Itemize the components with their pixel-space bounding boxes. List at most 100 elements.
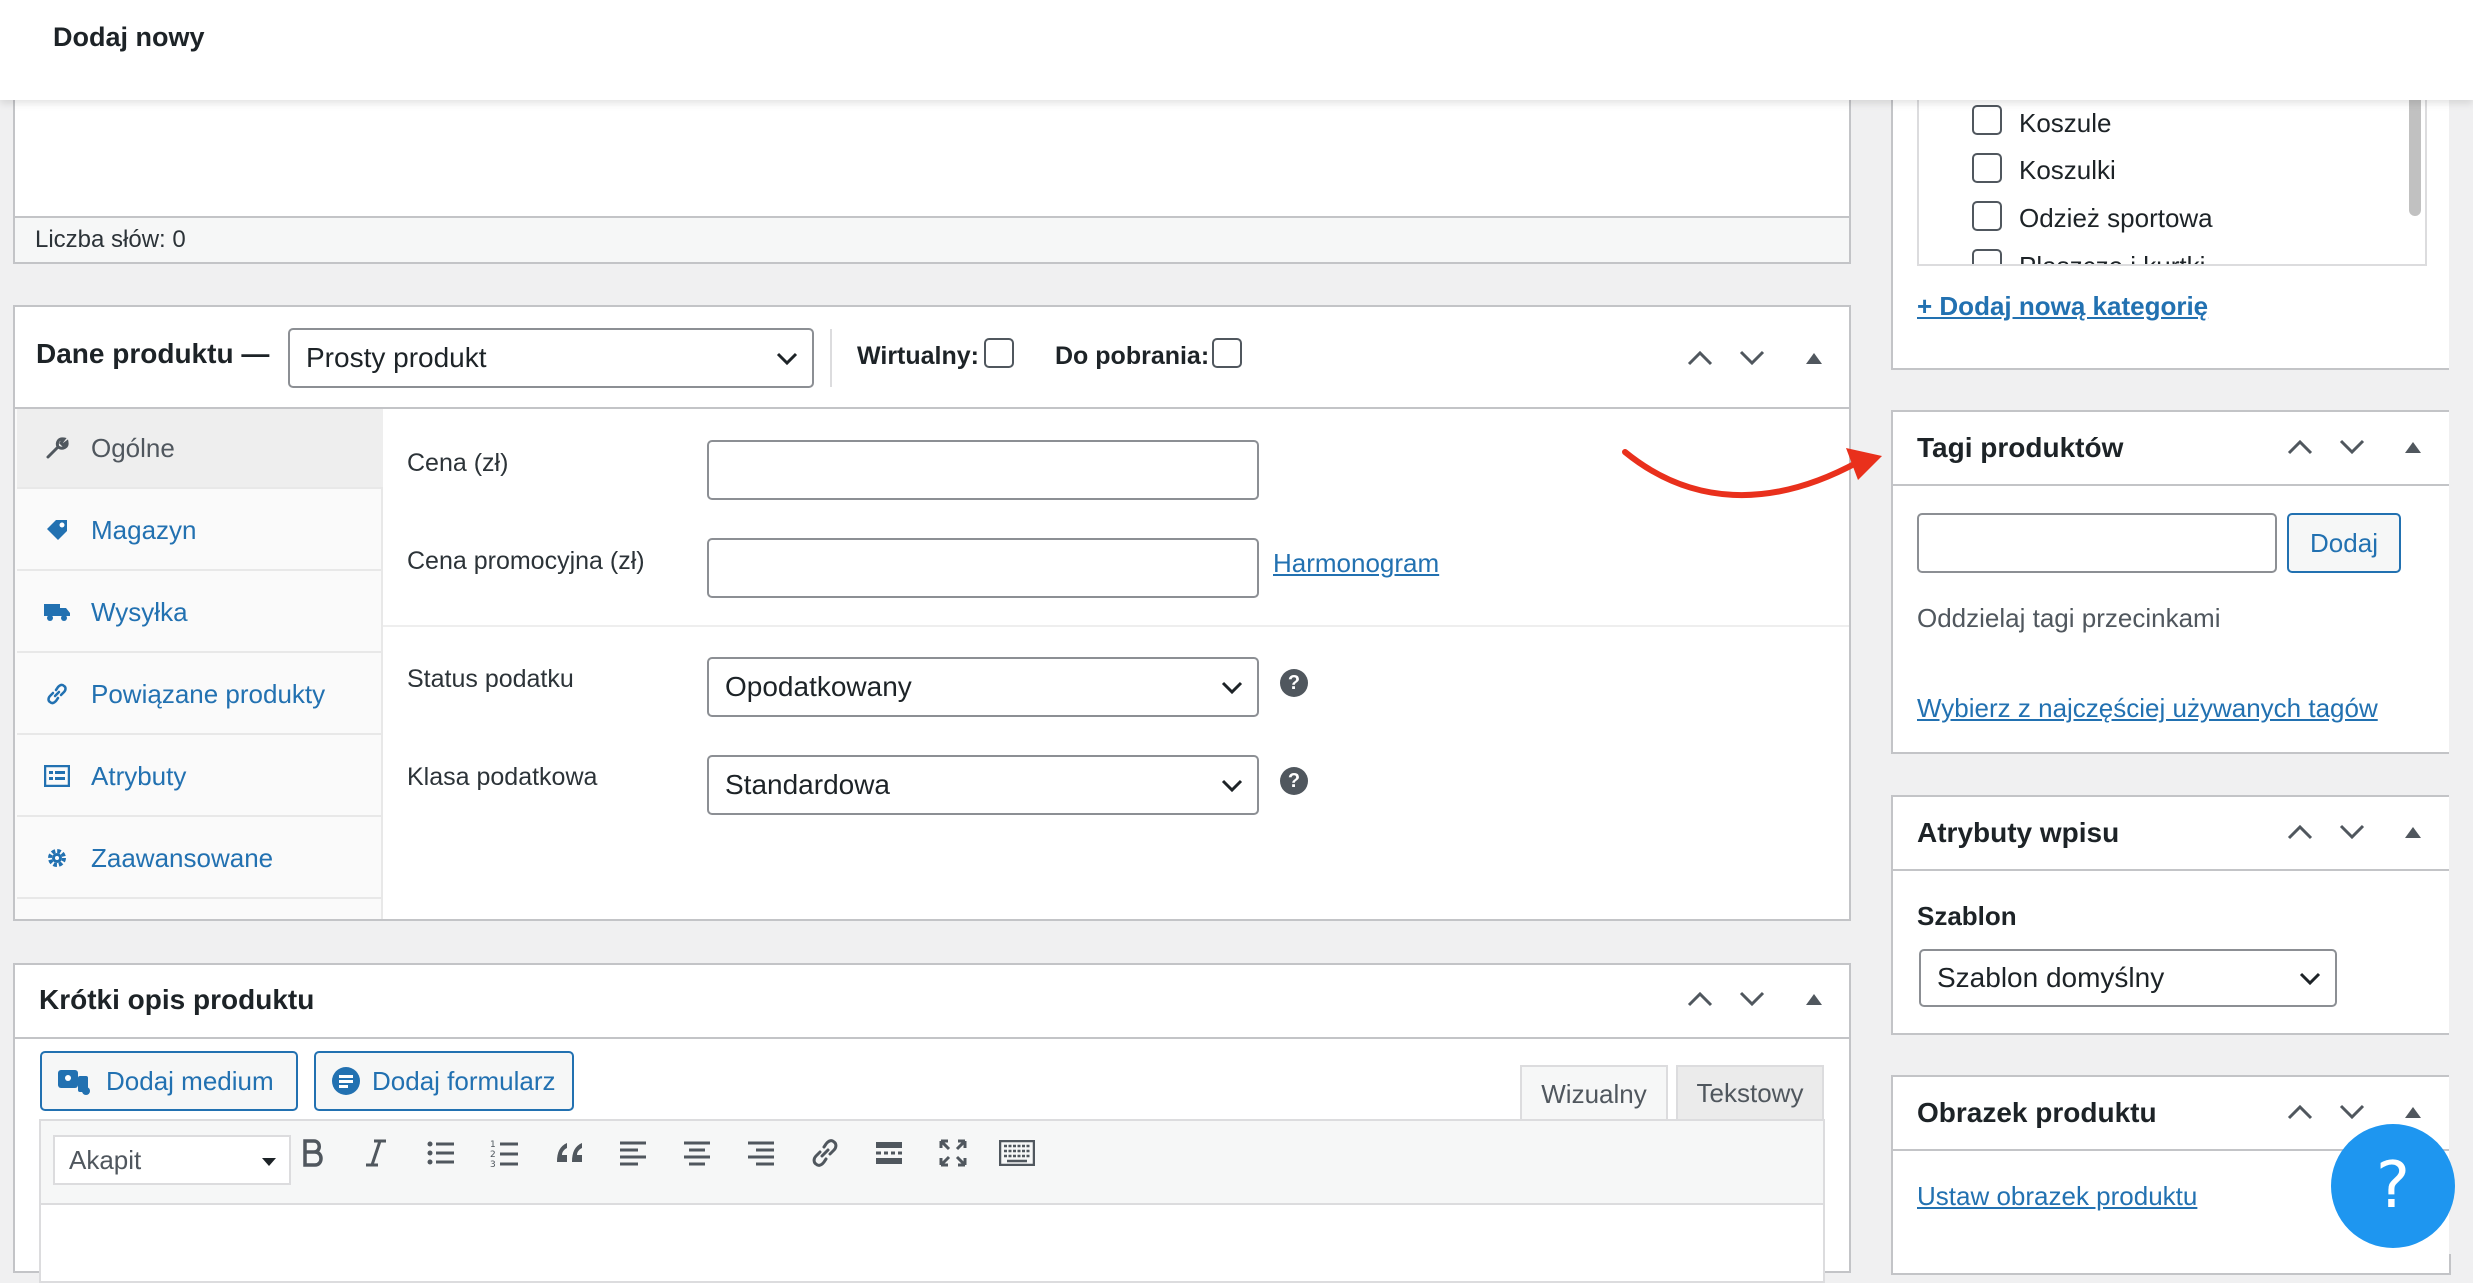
move-down-button[interactable] xyxy=(1735,341,1769,375)
move-down-button[interactable] xyxy=(2335,430,2369,464)
chevron-up-icon xyxy=(1687,991,1713,1007)
category-label: Płaszcze i kurtki xyxy=(2019,251,2206,266)
category-list[interactable]: Koszule Koszulki Odzież sportowa Płaszcz… xyxy=(1917,80,2427,266)
category-label: Koszule xyxy=(2019,108,2112,138)
tags-hint: Oddzielaj tagi przecinkami xyxy=(1917,603,2221,633)
align-left-button[interactable] xyxy=(613,1133,653,1173)
read-more-button[interactable] xyxy=(869,1133,909,1173)
page-scrollbar[interactable] xyxy=(2449,100,2473,1254)
price-label: Cena (zł) xyxy=(407,449,509,477)
template-select[interactable]: Szablon domyślny xyxy=(1919,949,2337,1007)
format-select[interactable]: Akapit xyxy=(53,1135,291,1185)
svg-text:2: 2 xyxy=(490,1150,496,1160)
help-tip-icon[interactable]: ? xyxy=(1280,767,1308,795)
toggle-panel-button[interactable] xyxy=(1797,341,1831,375)
sale-price-input[interactable] xyxy=(707,538,1259,598)
move-up-button[interactable] xyxy=(1683,982,1717,1016)
download-label: Do pobrania: xyxy=(1055,342,1210,370)
tax-class-label: Klasa podatkowa xyxy=(407,763,598,791)
tab-advanced-label: Zaawansowane xyxy=(91,842,274,873)
truck-icon xyxy=(37,592,77,632)
italic-button[interactable] xyxy=(356,1133,396,1173)
move-up-button[interactable] xyxy=(2283,1095,2317,1129)
tab-shipping[interactable]: Wysyłka xyxy=(17,573,383,653)
toggle-panel-button[interactable] xyxy=(1797,982,1831,1016)
tab-shipping-label: Wysyłka xyxy=(91,596,188,627)
align-right-button[interactable] xyxy=(741,1133,781,1173)
category-checkbox[interactable] xyxy=(1972,153,2002,183)
category-scrollbar[interactable] xyxy=(2409,90,2421,216)
tab-general[interactable]: Ogólne xyxy=(17,409,383,489)
form-icon xyxy=(332,1067,360,1095)
triangle-up-icon xyxy=(2405,442,2421,453)
link-icon xyxy=(812,1139,838,1167)
add-media-button[interactable]: Dodaj medium xyxy=(40,1051,298,1111)
move-down-button[interactable] xyxy=(2335,1095,2369,1129)
add-media-label: Dodaj medium xyxy=(106,1065,274,1096)
tab-visual[interactable]: Wizualny xyxy=(1520,1065,1668,1121)
add-tag-button[interactable]: Dodaj xyxy=(2287,513,2401,573)
format-select-value: Akapit xyxy=(69,1145,142,1175)
fullscreen-icon xyxy=(939,1139,967,1167)
tab-advanced[interactable]: Zaawansowane xyxy=(17,819,383,899)
product-image-title: Obrazek produktu xyxy=(1917,1097,2157,1128)
tab-attributes[interactable]: Atrybuty xyxy=(17,737,383,817)
triangle-up-icon xyxy=(1806,353,1822,364)
virtual-checkbox[interactable] xyxy=(984,338,1014,368)
tax-status-select[interactable]: Opodatkowany xyxy=(707,657,1259,717)
caret-down-icon xyxy=(262,1158,276,1166)
category-checkbox[interactable] xyxy=(1972,249,2002,264)
help-label: ? xyxy=(2376,1149,2410,1223)
tab-inventory[interactable]: Magazyn xyxy=(17,491,383,571)
download-checkbox[interactable] xyxy=(1212,338,1242,368)
chevron-down-icon xyxy=(1221,779,1243,793)
move-up-button[interactable] xyxy=(2283,430,2317,464)
align-center-button[interactable] xyxy=(677,1133,717,1173)
editor-content[interactable] xyxy=(13,90,1851,218)
schedule-link[interactable]: Harmonogram xyxy=(1273,548,1439,579)
help-button[interactable]: ? xyxy=(2331,1124,2455,1248)
word-count: Liczba słów: 0 xyxy=(35,226,186,253)
add-form-button[interactable]: Dodaj formularz xyxy=(314,1051,574,1111)
short-description-header-border xyxy=(15,1037,1849,1039)
product-data-box: Dane produktu — Prosty produkt Wirtualny… xyxy=(13,305,1851,921)
fullscreen-button[interactable] xyxy=(933,1133,973,1173)
toolbar-toggle-button[interactable] xyxy=(997,1133,1037,1173)
add-category-link[interactable]: + Dodaj nową kategorię xyxy=(1917,291,2208,322)
chevron-down-icon xyxy=(2339,1104,2365,1120)
link-icon xyxy=(37,674,77,714)
tab-linked-products[interactable]: Powiązane produkty xyxy=(17,655,383,735)
tag-input[interactable] xyxy=(1917,513,2277,573)
move-down-button[interactable] xyxy=(2335,815,2369,849)
help-tip-icon[interactable]: ? xyxy=(1280,669,1308,697)
bullet-list-button[interactable] xyxy=(421,1133,461,1173)
product-type-select[interactable]: Prosty produkt xyxy=(288,328,814,388)
category-checkbox[interactable] xyxy=(1972,105,2002,135)
editor-area[interactable] xyxy=(39,1203,1825,1283)
bold-button[interactable] xyxy=(293,1133,333,1173)
tab-text[interactable]: Tekstowy xyxy=(1676,1065,1824,1119)
popular-tags-link[interactable]: Wybierz z najczęściej używanych tagów xyxy=(1917,693,2378,724)
toggle-panel-button[interactable] xyxy=(2396,430,2430,464)
tax-class-select[interactable]: Standardowa xyxy=(707,755,1259,815)
numbered-list-button[interactable]: 123 xyxy=(485,1133,525,1173)
set-product-image-link[interactable]: Ustaw obrazek produktu xyxy=(1917,1181,2197,1212)
read-more-icon xyxy=(876,1142,902,1164)
fields-divider xyxy=(383,625,1849,627)
tab-general-label: Ogólne xyxy=(91,432,175,463)
insert-link-button[interactable] xyxy=(805,1133,845,1173)
move-up-button[interactable] xyxy=(1683,341,1717,375)
italic-icon xyxy=(366,1139,386,1167)
chevron-down-icon xyxy=(1739,991,1765,1007)
chevron-up-icon xyxy=(1687,350,1713,366)
move-up-button[interactable] xyxy=(2283,815,2317,849)
align-right-icon xyxy=(748,1141,774,1166)
tab-attributes-label: Atrybuty xyxy=(91,760,187,791)
product-type-value: Prosty produkt xyxy=(306,342,487,373)
move-down-button[interactable] xyxy=(1735,982,1769,1016)
toggle-panel-button[interactable] xyxy=(2396,815,2430,849)
blockquote-button[interactable] xyxy=(550,1133,590,1173)
tags-header-border xyxy=(1893,484,2449,486)
price-input[interactable] xyxy=(707,440,1259,500)
category-checkbox[interactable] xyxy=(1972,201,2002,231)
